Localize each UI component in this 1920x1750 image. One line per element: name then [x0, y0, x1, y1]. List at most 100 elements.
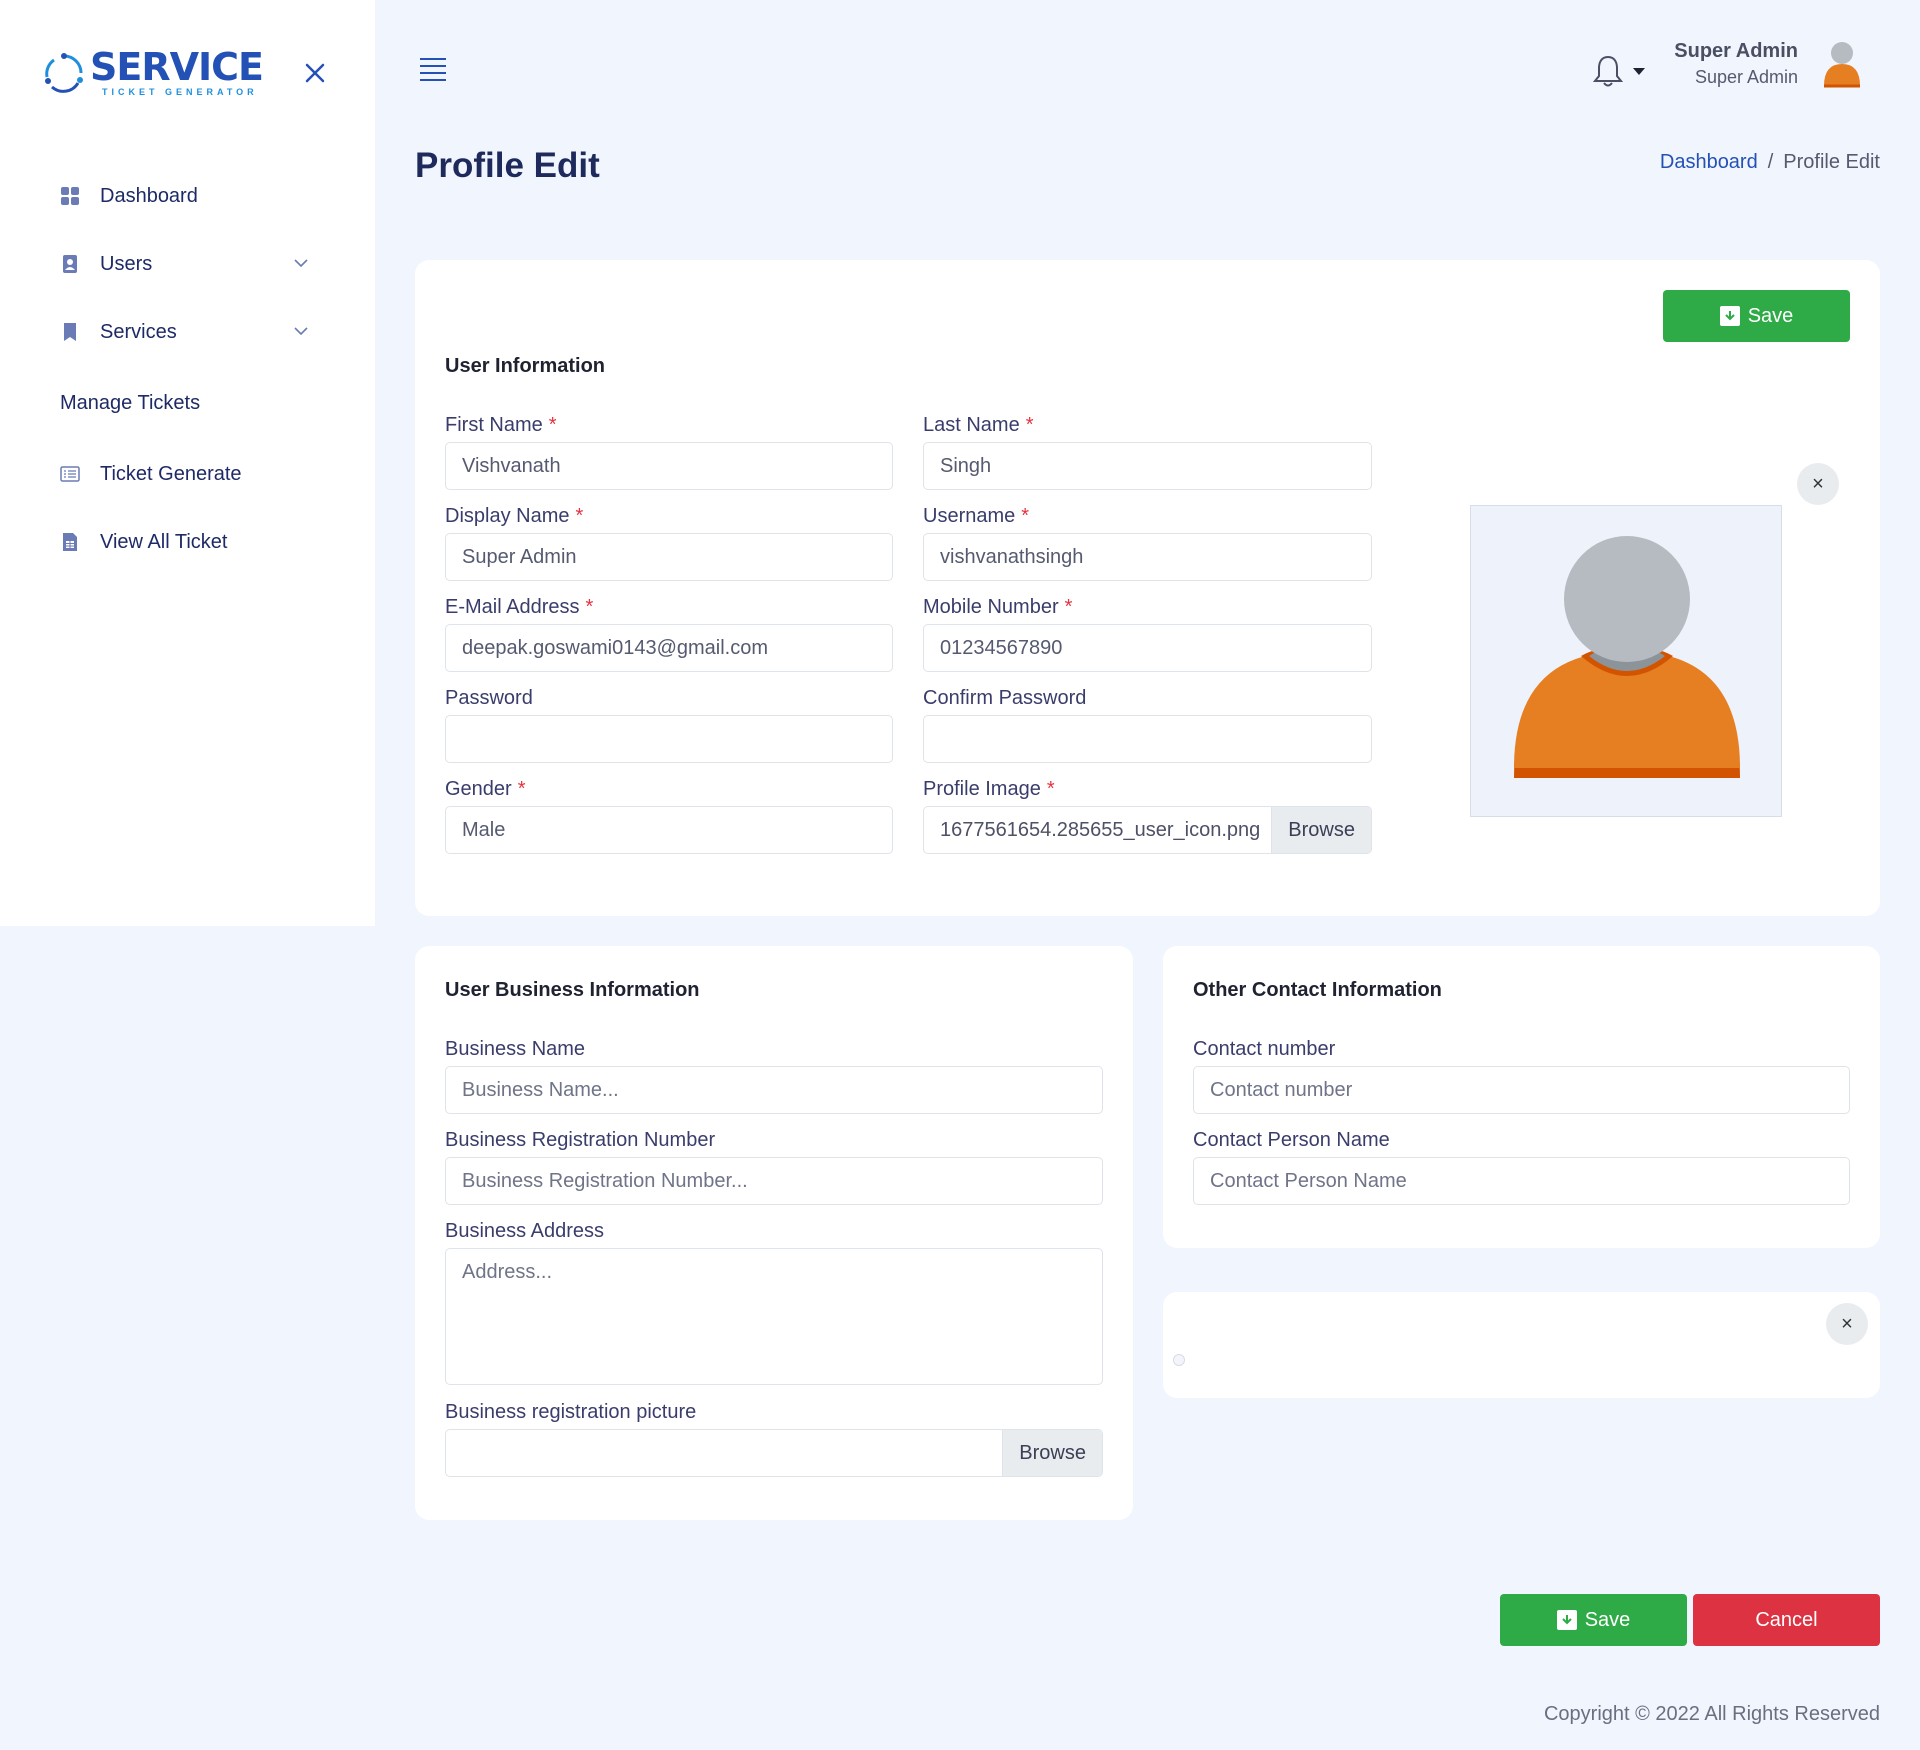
document-table-icon	[63, 533, 77, 551]
avatar[interactable]	[1820, 40, 1864, 88]
sidebar-item-label: View All Ticket	[100, 530, 228, 553]
business-name-label: Business Name	[445, 1038, 586, 1060]
required-marker: *	[1064, 596, 1073, 618]
footer-save-button[interactable]: Save	[1500, 1594, 1687, 1646]
contact-number-label: Contact number	[1193, 1038, 1336, 1060]
display-name-field[interactable]: Super Admin	[445, 533, 893, 581]
cancel-button[interactable]: Cancel	[1693, 1594, 1880, 1646]
sidebar-item-dashboard[interactable]: Dashboard	[0, 162, 375, 230]
hamburger-menu-icon[interactable]	[418, 56, 448, 82]
gender-label: Gender *	[445, 778, 526, 801]
last-name-field[interactable]: Singh	[923, 442, 1372, 490]
confirm-password-label: Confirm Password	[923, 687, 1087, 709]
logo-mark-icon	[45, 52, 83, 93]
business-address-textarea[interactable]: Address...	[445, 1248, 1103, 1385]
sidebar-item-services[interactable]: Services	[0, 298, 375, 366]
sidebar-item-label: Services	[100, 320, 177, 343]
required-marker: *	[1025, 414, 1034, 436]
required-marker: *	[575, 505, 584, 527]
mobile-number-label-text: Mobile Number	[923, 596, 1059, 618]
password-label: Password	[445, 687, 533, 709]
sidebar-item-label: Users	[100, 252, 153, 275]
business-registration-number-field[interactable]: Business Registration Number...	[445, 1157, 1103, 1205]
page-title: Profile Edit	[415, 146, 600, 185]
brand-logo[interactable]: SERVICE TICKET GENERATOR	[42, 45, 264, 97]
brand-name: SERVICE	[90, 45, 264, 89]
breadcrumb-separator: /	[1767, 151, 1774, 173]
profile-image-file-name: 1677561654.285655_user_icon.png	[940, 818, 1261, 841]
sidebar-item-label: Ticket Generate	[100, 462, 242, 485]
user-badge-icon	[63, 255, 77, 273]
mobile-number-field[interactable]: 01234567890	[923, 624, 1372, 672]
gender-select[interactable]: Male	[445, 806, 893, 854]
sidebar-item-label: Dashboard	[100, 184, 198, 207]
business-address-label: Business Address	[445, 1220, 604, 1242]
breadcrumb-current: Profile Edit	[1783, 151, 1880, 173]
save-icon	[1556, 1610, 1577, 1630]
remove-profile-image-button[interactable]: ×	[1797, 463, 1839, 505]
business-registration-picture-label: Business registration picture	[445, 1401, 697, 1423]
user-role: Super Admin	[1694, 67, 1798, 87]
required-marker: *	[1021, 505, 1030, 527]
empty-image-placeholder	[1173, 1354, 1185, 1366]
display-name-label-text: Display Name	[445, 505, 570, 527]
save-button-label: Save	[1747, 304, 1794, 327]
sidebar-item-ticket-generate[interactable]: Ticket Generate	[0, 440, 375, 508]
business-registration-number-label: Business Registration Number	[445, 1129, 716, 1151]
username-label: Username *	[923, 505, 1029, 528]
business-picture-preview-card	[1163, 1292, 1880, 1398]
save-button-label: Save	[1584, 1608, 1631, 1631]
required-marker: *	[585, 596, 594, 618]
caret-down-icon[interactable]	[1632, 66, 1646, 76]
user-menu[interactable]: Super Admin Super Admin	[1674, 40, 1798, 88]
password-field[interactable]	[445, 715, 893, 763]
business-registration-picture-browse-button[interactable]: Browse	[1002, 1430, 1102, 1476]
mobile-number-label: Mobile Number *	[923, 596, 1072, 619]
business-name-field[interactable]: Business Name...	[445, 1066, 1103, 1114]
chevron-down-icon[interactable]	[292, 254, 310, 272]
contact-number-field[interactable]: Contact number	[1193, 1066, 1850, 1114]
close-sidebar-icon[interactable]	[300, 58, 330, 88]
chevron-down-icon[interactable]	[292, 322, 310, 340]
close-icon: ×	[1841, 1312, 1853, 1335]
save-icon	[1719, 306, 1740, 326]
required-marker: *	[517, 778, 526, 800]
remove-business-picture-button[interactable]: ×	[1826, 1303, 1868, 1345]
last-name-label-text: Last Name	[923, 414, 1020, 436]
contact-person-name-label: Contact Person Name	[1193, 1129, 1390, 1151]
list-card-icon	[60, 466, 80, 482]
email-label-text: E-Mail Address	[445, 596, 580, 618]
last-name-label: Last Name *	[923, 414, 1034, 437]
copyright-text: Copyright © 2022 All Rights Reserved	[1543, 1703, 1880, 1725]
profile-image-label: Profile Image *	[923, 778, 1055, 801]
business-information-title: User Business Information	[445, 979, 700, 1001]
sidebar-nav: Dashboard Users Services Manage Tickets	[0, 162, 375, 576]
display-name-label: Display Name *	[445, 505, 583, 528]
profile-image-file-input[interactable]: 1677561654.285655_user_icon.png Browse	[923, 806, 1372, 854]
grid-icon	[61, 187, 79, 205]
close-icon: ×	[1812, 472, 1824, 495]
brand-tagline: TICKET GENERATOR	[102, 87, 258, 97]
profile-image-browse-button[interactable]: Browse	[1271, 807, 1371, 853]
sidebar-section-heading: Manage Tickets	[60, 391, 201, 414]
breadcrumb-home-link[interactable]: Dashboard	[1660, 151, 1758, 173]
sidebar-item-users[interactable]: Users	[0, 230, 375, 298]
sidebar-item-view-all-ticket[interactable]: View All Ticket	[0, 508, 375, 576]
bell-icon[interactable]	[1592, 54, 1624, 88]
first-name-field[interactable]: Vishvanath	[445, 442, 893, 490]
contact-person-name-field[interactable]: Contact Person Name	[1193, 1157, 1850, 1205]
user-information-title: User Information	[445, 355, 606, 377]
first-name-label-text: First Name	[445, 414, 543, 436]
user-name: Super Admin	[1674, 40, 1798, 62]
username-field[interactable]: vishvanathsingh	[923, 533, 1372, 581]
first-name-label: First Name *	[445, 414, 557, 437]
confirm-password-field[interactable]	[923, 715, 1372, 763]
email-field[interactable]: deepak.goswami0143@gmail.com	[445, 624, 893, 672]
required-marker: *	[548, 414, 557, 436]
user-avatar-illustration-icon	[1514, 536, 1740, 778]
profile-image-label-text: Profile Image	[923, 778, 1041, 800]
business-registration-picture-file-input[interactable]: Browse	[445, 1429, 1103, 1477]
save-button[interactable]: Save	[1663, 290, 1850, 342]
email-label: E-Mail Address *	[445, 596, 593, 619]
profile-image-preview	[1470, 505, 1782, 817]
